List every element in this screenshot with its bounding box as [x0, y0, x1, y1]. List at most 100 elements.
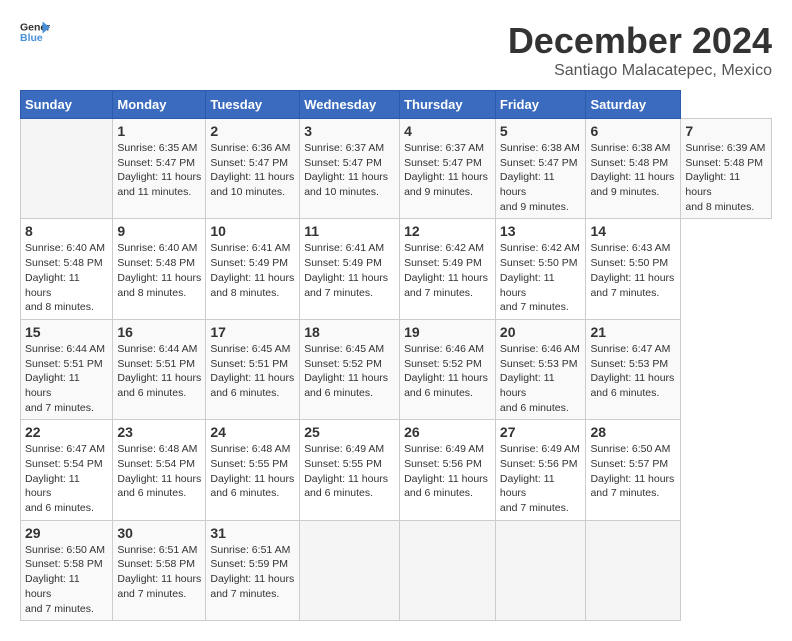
day-info: Sunrise: 6:37 AM Sunset: 5:47 PM Dayligh…	[404, 141, 491, 200]
day-number: 11	[304, 223, 395, 239]
calendar-cell: 6 Sunrise: 6:38 AM Sunset: 5:48 PM Daylig…	[586, 119, 681, 219]
day-info: Sunrise: 6:49 AM Sunset: 5:55 PM Dayligh…	[304, 442, 395, 501]
day-number: 17	[210, 324, 295, 340]
day-of-week-header: Monday	[113, 91, 206, 119]
day-info: Sunrise: 6:46 AM Sunset: 5:53 PM Dayligh…	[500, 342, 582, 415]
calendar-cell: 26Sunrise: 6:49 AM Sunset: 5:56 PM Dayli…	[400, 420, 496, 520]
day-number: 24	[210, 424, 295, 440]
day-info: Sunrise: 6:42 AM Sunset: 5:49 PM Dayligh…	[404, 241, 491, 300]
day-number: 25	[304, 424, 395, 440]
calendar-header-row: SundayMondayTuesdayWednesdayThursdayFrid…	[21, 91, 772, 119]
day-number: 29	[25, 525, 108, 541]
day-number: 13	[500, 223, 582, 239]
day-number: 28	[590, 424, 676, 440]
day-number: 19	[404, 324, 491, 340]
day-number: 20	[500, 324, 582, 340]
day-info: Sunrise: 6:38 AM Sunset: 5:48 PM Dayligh…	[590, 141, 676, 200]
calendar-cell: 22 Sunrise: 6:47 AM Sunset: 5:54 PM Dayli…	[21, 420, 113, 520]
day-of-week-header: Wednesday	[300, 91, 400, 119]
day-number: 6	[590, 123, 676, 139]
day-info: Sunrise: 6:51 AM Sunset: 5:59 PM Dayligh…	[210, 543, 295, 602]
calendar-cell: 12 Sunrise: 6:42 AM Sunset: 5:49 PM Dayli…	[400, 219, 496, 319]
calendar-cell: 20 Sunrise: 6:46 AM Sunset: 5:53 PM Dayli…	[495, 319, 586, 419]
location-title: Santiago Malacatepec, Mexico	[508, 62, 772, 80]
day-number: 1	[117, 123, 201, 139]
calendar-cell: 4 Sunrise: 6:37 AM Sunset: 5:47 PM Daylig…	[400, 119, 496, 219]
calendar-cell: 21Sunrise: 6:47 AM Sunset: 5:53 PM Dayli…	[586, 319, 681, 419]
calendar-table: SundayMondayTuesdayWednesdayThursdayFrid…	[20, 90, 772, 621]
day-info: Sunrise: 6:35 AM Sunset: 5:47 PM Dayligh…	[117, 141, 201, 200]
logo-icon: General Blue	[20, 20, 50, 44]
calendar-cell: 9 Sunrise: 6:40 AM Sunset: 5:48 PM Daylig…	[113, 219, 206, 319]
day-of-week-header: Sunday	[21, 91, 113, 119]
day-info: Sunrise: 6:40 AM Sunset: 5:48 PM Dayligh…	[117, 241, 201, 300]
day-info: Sunrise: 6:36 AM Sunset: 5:47 PM Dayligh…	[210, 141, 295, 200]
day-of-week-header: Saturday	[586, 91, 681, 119]
calendar-cell: 1 Sunrise: 6:35 AM Sunset: 5:47 PM Daylig…	[113, 119, 206, 219]
day-number: 7	[685, 123, 767, 139]
logo: General Blue	[20, 20, 50, 44]
day-info: Sunrise: 6:38 AM Sunset: 5:47 PM Dayligh…	[500, 141, 582, 214]
day-info: Sunrise: 6:50 AM Sunset: 5:58 PM Dayligh…	[25, 543, 108, 616]
month-title: December 2024	[508, 20, 772, 62]
day-number: 30	[117, 525, 201, 541]
day-number: 31	[210, 525, 295, 541]
calendar-cell	[586, 520, 681, 620]
calendar-week-row: 1 Sunrise: 6:35 AM Sunset: 5:47 PM Daylig…	[21, 119, 772, 219]
svg-text:Blue: Blue	[20, 32, 43, 44]
calendar-cell: 30 Sunrise: 6:51 AM Sunset: 5:58 PM Dayli…	[113, 520, 206, 620]
day-number: 15	[25, 324, 108, 340]
calendar-cell: 7 Sunrise: 6:39 AM Sunset: 5:48 PM Daylig…	[681, 119, 772, 219]
calendar-cell: 2 Sunrise: 6:36 AM Sunset: 5:47 PM Daylig…	[206, 119, 300, 219]
day-number: 27	[500, 424, 582, 440]
calendar-cell: 5Sunrise: 6:38 AM Sunset: 5:47 PM Daylig…	[495, 119, 586, 219]
day-info: Sunrise: 6:45 AM Sunset: 5:51 PM Dayligh…	[210, 342, 295, 401]
day-info: Sunrise: 6:44 AM Sunset: 5:51 PM Dayligh…	[117, 342, 201, 401]
calendar-cell: 19Sunrise: 6:46 AM Sunset: 5:52 PM Dayli…	[400, 319, 496, 419]
day-number: 4	[404, 123, 491, 139]
day-number: 2	[210, 123, 295, 139]
calendar-body: 1 Sunrise: 6:35 AM Sunset: 5:47 PM Daylig…	[21, 119, 772, 621]
day-number: 23	[117, 424, 201, 440]
calendar-cell: 8Sunrise: 6:40 AM Sunset: 5:48 PM Daylig…	[21, 219, 113, 319]
calendar-cell	[400, 520, 496, 620]
day-of-week-header: Thursday	[400, 91, 496, 119]
day-of-week-header: Friday	[495, 91, 586, 119]
day-info: Sunrise: 6:43 AM Sunset: 5:50 PM Dayligh…	[590, 241, 676, 300]
day-of-week-header: Tuesday	[206, 91, 300, 119]
calendar-cell: 29 Sunrise: 6:50 AM Sunset: 5:58 PM Dayli…	[21, 520, 113, 620]
day-number: 18	[304, 324, 395, 340]
day-info: Sunrise: 6:48 AM Sunset: 5:55 PM Dayligh…	[210, 442, 295, 501]
calendar-cell: 25 Sunrise: 6:49 AM Sunset: 5:55 PM Dayli…	[300, 420, 400, 520]
calendar-cell: 15 Sunrise: 6:44 AM Sunset: 5:51 PM Dayli…	[21, 319, 113, 419]
day-info: Sunrise: 6:47 AM Sunset: 5:54 PM Dayligh…	[25, 442, 108, 515]
day-number: 16	[117, 324, 201, 340]
calendar-cell: 27 Sunrise: 6:49 AM Sunset: 5:56 PM Dayli…	[495, 420, 586, 520]
day-info: Sunrise: 6:44 AM Sunset: 5:51 PM Dayligh…	[25, 342, 108, 415]
day-number: 9	[117, 223, 201, 239]
day-info: Sunrise: 6:47 AM Sunset: 5:53 PM Dayligh…	[590, 342, 676, 401]
day-info: Sunrise: 6:50 AM Sunset: 5:57 PM Dayligh…	[590, 442, 676, 501]
day-info: Sunrise: 6:41 AM Sunset: 5:49 PM Dayligh…	[210, 241, 295, 300]
day-info: Sunrise: 6:51 AM Sunset: 5:58 PM Dayligh…	[117, 543, 201, 602]
day-number: 3	[304, 123, 395, 139]
title-area: December 2024 Santiago Malacatepec, Mexi…	[508, 20, 772, 80]
day-info: Sunrise: 6:42 AM Sunset: 5:50 PM Dayligh…	[500, 241, 582, 314]
day-number: 12	[404, 223, 491, 239]
calendar-cell: 18Sunrise: 6:45 AM Sunset: 5:52 PM Dayli…	[300, 319, 400, 419]
calendar-cell: 16 Sunrise: 6:44 AM Sunset: 5:51 PM Dayli…	[113, 319, 206, 419]
calendar-cell: 24 Sunrise: 6:48 AM Sunset: 5:55 PM Dayli…	[206, 420, 300, 520]
page-header: General Blue December 2024 Santiago Mala…	[20, 20, 772, 80]
calendar-cell: 23Sunrise: 6:48 AM Sunset: 5:54 PM Dayli…	[113, 420, 206, 520]
day-number: 22	[25, 424, 108, 440]
day-number: 26	[404, 424, 491, 440]
day-number: 14	[590, 223, 676, 239]
calendar-cell	[495, 520, 586, 620]
day-info: Sunrise: 6:49 AM Sunset: 5:56 PM Dayligh…	[500, 442, 582, 515]
day-info: Sunrise: 6:39 AM Sunset: 5:48 PM Dayligh…	[685, 141, 767, 214]
day-info: Sunrise: 6:41 AM Sunset: 5:49 PM Dayligh…	[304, 241, 395, 300]
calendar-week-row: 29 Sunrise: 6:50 AM Sunset: 5:58 PM Dayli…	[21, 520, 772, 620]
calendar-cell: 13 Sunrise: 6:42 AM Sunset: 5:50 PM Dayli…	[495, 219, 586, 319]
calendar-week-row: 15 Sunrise: 6:44 AM Sunset: 5:51 PM Dayli…	[21, 319, 772, 419]
calendar-cell: 3Sunrise: 6:37 AM Sunset: 5:47 PM Daylig…	[300, 119, 400, 219]
